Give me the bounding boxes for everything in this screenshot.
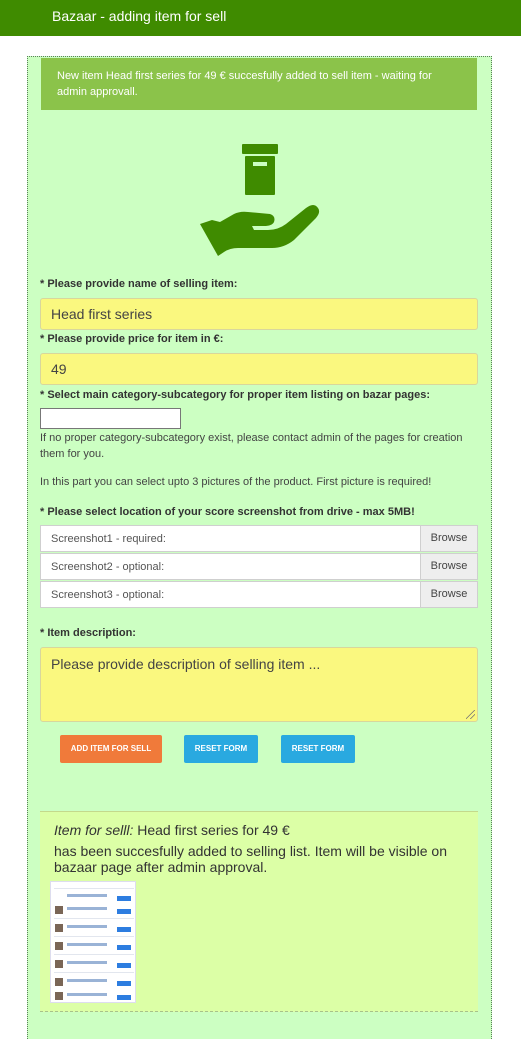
result-prefix: Item for selll: — [54, 822, 134, 838]
pictures-help-text: In this part you can select upto 3 pictu… — [40, 476, 432, 488]
result-item-text: Head first series for 49 € — [133, 822, 290, 838]
screenshot-label: * Please select location of your score s… — [40, 506, 415, 518]
result-title: Item for selll: Head first series for 49… — [54, 822, 290, 838]
screenshot3-placeholder: Screenshot3 - optional: — [51, 589, 165, 601]
screenshot1-file-input[interactable]: Screenshot1 - required: Browse — [40, 525, 478, 552]
page-title: Bazaar - adding item for sell — [52, 8, 227, 24]
screenshot1-placeholder: Screenshot1 - required: — [51, 533, 166, 545]
screenshot2-file-input[interactable]: Screenshot2 - optional: Browse — [40, 553, 478, 580]
result-box: Item for selll: Head first series for 49… — [40, 811, 478, 1012]
screenshot3-file-input[interactable]: Screenshot3 - optional: Browse — [40, 581, 478, 608]
screenshot2-placeholder: Screenshot2 - optional: — [51, 561, 165, 573]
description-label: * Item description: — [40, 627, 136, 639]
item-screenshot-thumbnail[interactable] — [50, 881, 136, 1003]
screenshot1-browse-button[interactable]: Browse — [420, 526, 477, 551]
reset-form-button[interactable]: RESET FORM — [184, 735, 258, 763]
screenshot3-browse-button[interactable]: Browse — [420, 582, 477, 607]
category-label: * Select main category-subcategory for p… — [40, 389, 430, 401]
reset-form-button-2[interactable]: RESET FORM — [281, 735, 355, 763]
result-message: has been succesfully added to selling li… — [54, 843, 447, 875]
add-item-button[interactable]: ADD ITEM FOR SELL — [60, 735, 162, 763]
hand-holding-box-icon — [200, 144, 320, 256]
category-select[interactable] — [40, 408, 181, 429]
top-header-bar: Bazaar - adding item for sell — [0, 0, 521, 36]
screenshot2-browse-button[interactable]: Browse — [420, 554, 477, 579]
name-label: * Please provide name of selling item: — [40, 278, 238, 290]
item-description-textarea[interactable]: Please provide description of selling it… — [40, 647, 478, 722]
success-alert: New item Head first series for 49 € succ… — [41, 58, 477, 110]
price-label: * Please provide price for item in €: — [40, 333, 224, 345]
description-placeholder: Please provide description of selling it… — [51, 656, 321, 672]
item-price-input[interactable] — [40, 353, 478, 385]
resize-grip-icon[interactable] — [466, 710, 475, 719]
category-help-text: If no proper category-subcategory exist,… — [40, 432, 463, 460]
item-name-input[interactable] — [40, 298, 478, 330]
